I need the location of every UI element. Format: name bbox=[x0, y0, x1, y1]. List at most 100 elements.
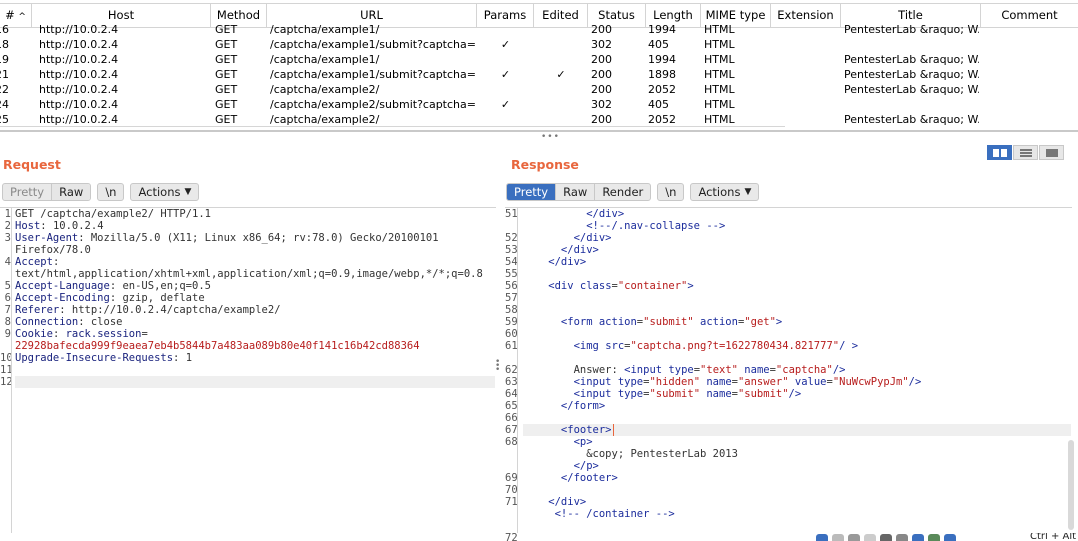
split-divider[interactable] bbox=[0, 130, 1078, 132]
table-row[interactable]: 16 http://10.0.2.4 GET/captcha/example1/20… bbox=[0, 22, 1078, 37]
line-number bbox=[505, 352, 517, 364]
table-row[interactable]: 21 http://10.0.2.4 GET/captcha/example1/su… bbox=[0, 67, 1078, 82]
request-tab-raw[interactable]: Raw bbox=[52, 184, 91, 200]
request-actions-dropdown[interactable]: Actions ▼ bbox=[130, 183, 200, 201]
code-token: > bbox=[775, 316, 783, 328]
code-line[interactable] bbox=[523, 328, 1071, 340]
code-token: <!--/.nav-collapse --> bbox=[523, 220, 726, 232]
response-tab-raw[interactable]: Raw bbox=[556, 184, 596, 200]
code-token: <img bbox=[523, 340, 606, 352]
code-line[interactable]: <!-- /container --> bbox=[523, 508, 1071, 520]
response-actions-dropdown[interactable]: Actions ▼ bbox=[690, 183, 760, 201]
request-editor[interactable]: 1 2 3 4 5 6 7 8 9 10 11 12 GET /captcha/example2/ H… bbox=[0, 207, 496, 533]
response-tab-render[interactable]: Render bbox=[595, 184, 650, 200]
code-token: "hidden" bbox=[649, 376, 701, 388]
line-number: 61 bbox=[505, 340, 517, 352]
code-line[interactable]: <input type="submit" name="submit"/> bbox=[523, 388, 1071, 400]
code-token: : en-US,en;q=0.5 bbox=[109, 280, 211, 292]
code-line[interactable]: </form> bbox=[523, 400, 1071, 412]
code-line[interactable]: </div> bbox=[523, 244, 1071, 256]
request-tab-pretty[interactable]: Pretty bbox=[3, 184, 53, 200]
code-line[interactable]: Accept-Language: en-US,en;q=0.5 bbox=[15, 280, 495, 292]
code-line[interactable]: GET /captcha/example2/ HTTP/1.1 bbox=[15, 208, 495, 220]
layout-tabs-icon[interactable] bbox=[1039, 145, 1064, 160]
cell-status: 200 bbox=[591, 83, 612, 96]
line-number: 3 bbox=[4, 232, 11, 244]
line-number: 12 bbox=[0, 376, 11, 388]
code-line[interactable]: </div> bbox=[523, 256, 1071, 268]
code-token: "submit" bbox=[649, 388, 701, 400]
response-view-tabs: Pretty Raw Render bbox=[506, 183, 652, 201]
code-line[interactable]: User-Agent: Mozilla/5.0 (X11; Linux x86_… bbox=[15, 232, 495, 244]
code-line[interactable]: Upgrade-Insecure-Requests: 1 bbox=[15, 352, 495, 364]
table-row[interactable]: 22 http://10.0.2.4 GET/captcha/example2/20… bbox=[0, 82, 1078, 97]
code-line[interactable]: Cookie: rack.session= bbox=[15, 328, 495, 340]
code-line[interactable]: <div class="container"> bbox=[523, 280, 1071, 292]
code-line[interactable] bbox=[523, 292, 1071, 304]
layout-stacked-icon[interactable] bbox=[1013, 145, 1038, 160]
response-editor[interactable]: 51 52 53 54 55 56 57 58 59 60 61 62 63 64 65 66 67 68 69 70… bbox=[505, 207, 1072, 541]
cell-url: /captcha/example1/submit?captcha=hy... bbox=[270, 68, 475, 81]
code-line[interactable]: 22928bafecda999f9eaea7eb4b5844b7a483aa08… bbox=[15, 340, 495, 352]
app-icon[interactable] bbox=[912, 534, 924, 541]
code-line[interactable] bbox=[523, 268, 1071, 280]
code-line[interactable] bbox=[523, 352, 1071, 364]
code-line[interactable]: Accept: bbox=[15, 256, 495, 268]
scrollbar-thumb[interactable] bbox=[0, 126, 785, 127]
request-code[interactable]: GET /captcha/example2/ HTTP/1.1 Host: 10.… bbox=[15, 208, 495, 388]
code-line[interactable]: &copy; PentesterLab 2013 bbox=[523, 448, 1071, 460]
code-line[interactable]: Firefox/78.0 bbox=[15, 244, 495, 256]
line-number: 64 bbox=[505, 388, 517, 400]
code-line[interactable]: Answer: <input type="text" name="captcha… bbox=[523, 364, 1071, 376]
app-icon[interactable] bbox=[928, 534, 940, 541]
app-icon[interactable] bbox=[832, 534, 844, 541]
drag-handle-icon[interactable]: ••• bbox=[541, 133, 560, 142]
code-token: name bbox=[737, 364, 770, 376]
vertical-drag-handle-icon[interactable]: • • • bbox=[495, 358, 501, 375]
code-line[interactable]: </footer> bbox=[523, 472, 1071, 484]
app-icon[interactable] bbox=[864, 534, 876, 541]
code-line[interactable]: </div> bbox=[523, 232, 1071, 244]
code-line[interactable]: <!--/.nav-collapse --> bbox=[523, 220, 1071, 232]
app-icon[interactable] bbox=[896, 534, 908, 541]
code-line[interactable]: <input type="hidden" name="answer" value… bbox=[523, 376, 1071, 388]
request-panel-title: Request bbox=[3, 157, 61, 172]
table-row[interactable]: 19 http://10.0.2.4 GET/captcha/example1/20… bbox=[0, 52, 1078, 67]
response-vertical-scrollbar[interactable] bbox=[1068, 440, 1074, 530]
code-line[interactable]: <form action="submit" action="get"> bbox=[523, 316, 1071, 328]
app-icon[interactable] bbox=[880, 534, 892, 541]
code-line[interactable] bbox=[15, 376, 495, 388]
cell-host: http://10.0.2.4 bbox=[39, 23, 119, 36]
code-line[interactable] bbox=[523, 304, 1071, 316]
code-line[interactable] bbox=[523, 412, 1071, 424]
code-line[interactable]: Connection: close bbox=[15, 316, 495, 328]
response-newline-toggle[interactable]: \n bbox=[657, 183, 685, 201]
code-line[interactable]: <img src="captcha.png?t=1622780434.82177… bbox=[523, 340, 1071, 352]
code-line[interactable]: </p> bbox=[523, 460, 1071, 472]
code-line[interactable] bbox=[523, 520, 1071, 532]
layout-side-by-side-icon[interactable] bbox=[987, 145, 1012, 160]
code-line[interactable] bbox=[15, 364, 495, 376]
response-code[interactable]: </div> <!--/.nav-collapse --> </div> </d… bbox=[523, 208, 1071, 541]
code-line[interactable]: Referer: http://10.0.2.4/captcha/example… bbox=[15, 304, 495, 316]
code-line[interactable]: </div> bbox=[523, 496, 1071, 508]
horizontal-scrollbar[interactable] bbox=[0, 125, 1078, 127]
table-row[interactable]: 24 http://10.0.2.4 GET/captcha/example2/su… bbox=[0, 97, 1078, 112]
code-line[interactable]: text/html,application/xhtml+xml,applicat… bbox=[15, 268, 495, 280]
code-line[interactable]: Host: 10.0.2.4 bbox=[15, 220, 495, 232]
app-icon[interactable] bbox=[816, 534, 828, 541]
app-icon[interactable] bbox=[848, 534, 860, 541]
code-token: </div> bbox=[523, 256, 587, 268]
table-row[interactable]: 18 http://10.0.2.4 GET/captcha/example1/su… bbox=[0, 37, 1078, 52]
status-bar: Ctrl + Alt bbox=[0, 533, 1078, 541]
code-line[interactable] bbox=[523, 484, 1071, 496]
code-line[interactable]: <footer> bbox=[523, 424, 1071, 436]
request-newline-toggle[interactable]: \n bbox=[97, 183, 125, 201]
code-line[interactable]: <p> bbox=[523, 436, 1071, 448]
cell-status: 302 bbox=[591, 98, 612, 111]
code-token: : Mozilla/5.0 (X11; Linux x86_64; rv:78.… bbox=[78, 232, 439, 244]
code-line[interactable]: Accept-Encoding: gzip, deflate bbox=[15, 292, 495, 304]
code-line[interactable]: </div> bbox=[523, 208, 1071, 220]
app-icon[interactable] bbox=[944, 534, 956, 541]
response-tab-pretty[interactable]: Pretty bbox=[507, 184, 557, 200]
